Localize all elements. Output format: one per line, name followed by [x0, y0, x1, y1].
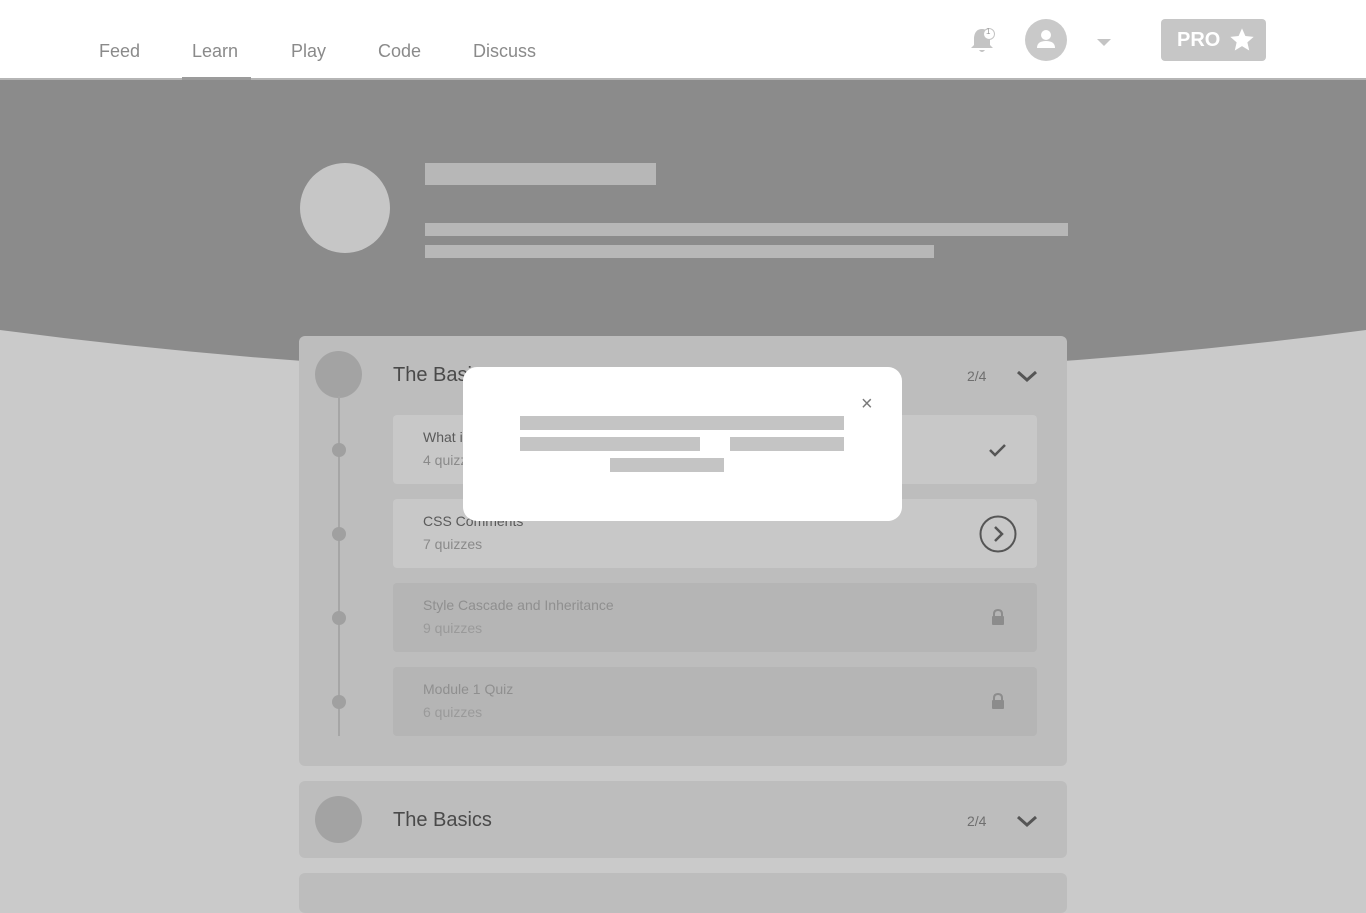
active-tab-indicator — [182, 77, 251, 80]
course-description-placeholder — [425, 223, 1068, 236]
chevron-down-icon[interactable] — [1015, 368, 1039, 384]
timeline-dot — [332, 527, 346, 541]
caret-down-icon — [1097, 39, 1111, 46]
modal-text-placeholder — [520, 437, 700, 451]
modal-text-placeholder — [520, 416, 844, 430]
tab-play[interactable]: Play — [291, 40, 326, 62]
user-icon — [1037, 30, 1055, 48]
lock-icon — [992, 608, 1004, 625]
tab-feed[interactable]: Feed — [99, 40, 140, 62]
tab-discuss[interactable]: Discuss — [473, 40, 536, 62]
modal-text-placeholder — [610, 458, 724, 472]
module-card[interactable]: The Basics 2/4 — [299, 781, 1067, 858]
pro-button[interactable]: PRO — [1161, 19, 1266, 61]
module-icon-placeholder — [315, 351, 362, 398]
module-card[interactable] — [299, 873, 1067, 913]
timeline-dot — [332, 611, 346, 625]
modal-text-placeholder — [730, 437, 844, 451]
module-title: The Basics — [393, 809, 492, 831]
lesson-title: Style Cascade and Inheritance — [423, 597, 614, 613]
lesson-title: Module 1 Quiz — [423, 681, 514, 697]
course-description-placeholder — [425, 245, 934, 258]
notifications-button[interactable]: 1 — [968, 26, 996, 56]
star-icon — [1230, 28, 1255, 51]
lesson-item: Style Cascade and Inheritance 9 quizzes — [393, 583, 1037, 652]
lock-icon — [992, 692, 1004, 709]
module-icon-placeholder — [315, 796, 362, 843]
lesson-quiz-count: 9 quizzes — [423, 620, 483, 636]
module-progress: 2/4 — [967, 368, 987, 384]
top-navigation: Feed Learn Play Code Discuss 1 PRO — [0, 0, 1366, 80]
bell-icon — [971, 28, 995, 52]
timeline-dot — [332, 695, 346, 709]
arrow-right-circle-icon[interactable] — [979, 515, 1017, 553]
profile-menu-button[interactable] — [1094, 34, 1114, 50]
chevron-down-icon[interactable] — [1015, 813, 1039, 829]
close-button[interactable]: × — [861, 394, 873, 414]
lesson-quiz-count: 6 quizzes — [423, 704, 483, 720]
pro-label: PRO — [1177, 28, 1221, 51]
loading-modal: × — [463, 367, 902, 521]
tab-code[interactable]: Code — [378, 40, 421, 62]
lesson-item: Module 1 Quiz 6 quizzes — [393, 667, 1037, 736]
module-progress: 2/4 — [967, 813, 987, 829]
lesson-quiz-count: 7 quizzes — [423, 536, 483, 552]
check-icon — [989, 444, 1006, 457]
tab-learn[interactable]: Learn — [192, 40, 238, 62]
profile-avatar-button[interactable] — [1025, 19, 1067, 61]
course-title-placeholder — [425, 163, 656, 185]
timeline-dot — [332, 443, 346, 457]
notification-count-badge: 1 — [986, 27, 991, 36]
course-icon-placeholder — [300, 163, 390, 253]
